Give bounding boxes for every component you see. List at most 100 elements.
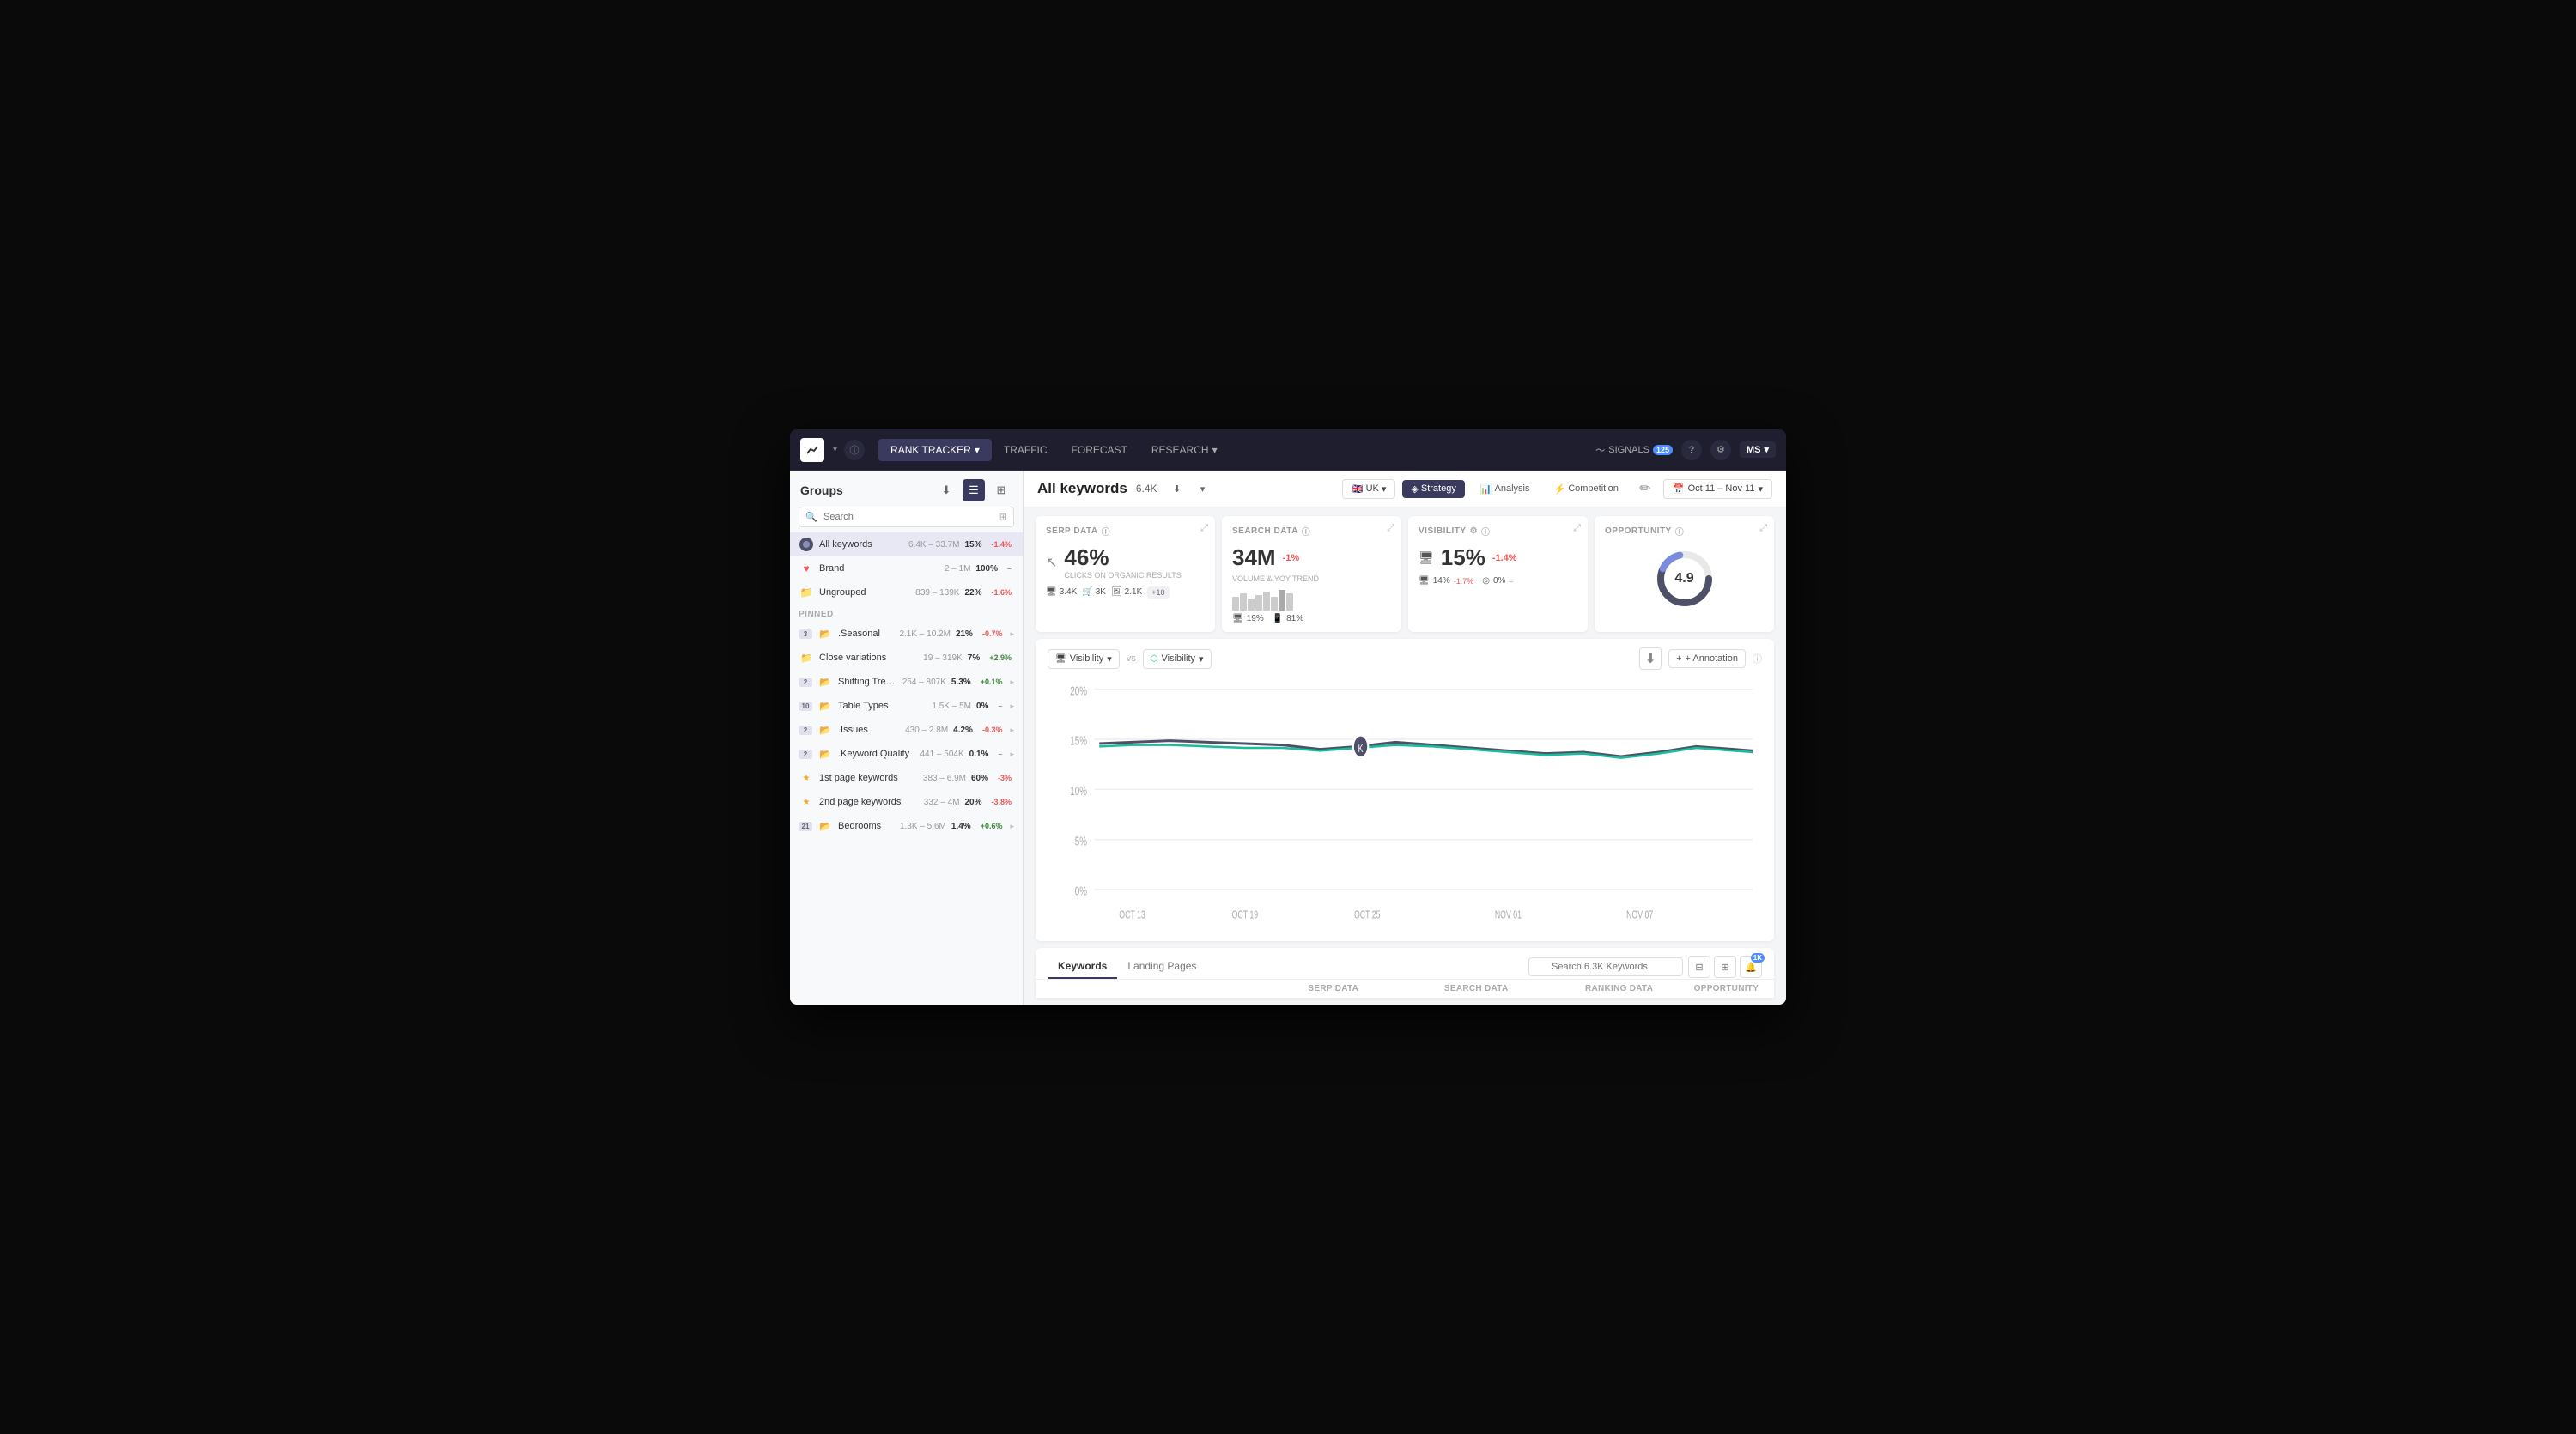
brand-pct: 100% <box>975 564 999 574</box>
keyword-quality-expand-arrow[interactable]: ▸ <box>1010 750 1014 759</box>
svg-text:OCT 25: OCT 25 <box>1354 909 1380 921</box>
close-variations-folder-icon: 📁 <box>799 650 814 665</box>
page-title: All keywords <box>1037 480 1127 497</box>
main-layout: Groups ⬇ ☰ ⊞ 🔍 ⊞ <box>790 471 1786 1005</box>
visibility-info-icon[interactable]: ⓘ <box>1481 525 1491 538</box>
sidebar-item-keyword-quality[interactable]: 2 📂 .Keyword Quality 441 – 504K 0.1% – ▸ <box>790 742 1023 766</box>
edit-button[interactable]: ✏ <box>1634 477 1656 500</box>
1st-page-change: -3% <box>995 773 1014 783</box>
visibility-monitor-icon: 🖥 <box>1419 550 1434 565</box>
visibility-title: VISIBILITY ⚙ ⓘ <box>1419 525 1577 538</box>
signals-button[interactable]: 〜 SIGNALS 125 <box>1595 443 1673 457</box>
serp-cursor-icon: ↖ <box>1046 554 1057 571</box>
nav-tab-traffic[interactable]: TRAFFIC <box>992 439 1060 461</box>
user-menu-button[interactable]: MS ▾ <box>1740 441 1776 458</box>
table-types-pct: 0% <box>976 702 990 711</box>
table-types-expand-arrow[interactable]: ▸ <box>1010 702 1014 711</box>
col-header-serp-data: SERP DATA <box>1262 984 1405 993</box>
search-data-info-icon[interactable]: ⓘ <box>1302 525 1311 538</box>
list-view-icon[interactable]: ☰ <box>963 479 985 501</box>
region-selector[interactable]: 🇬🇧 UK ▾ <box>1342 479 1396 499</box>
annotation-button[interactable]: + + Annotation <box>1668 649 1746 668</box>
help-button[interactable]: ? <box>1681 440 1702 460</box>
opportunity-expand-icon[interactable]: ⤢ <box>1759 523 1767 534</box>
mobile-pct-item: 📱 81% <box>1273 614 1303 623</box>
chart-right-controls: ⬇ + + Annotation ⓘ <box>1639 647 1762 670</box>
logo-dropdown-arrow[interactable]: ▾ <box>833 445 837 454</box>
download-data-icon[interactable]: ⬇ <box>1166 477 1188 500</box>
columns-button[interactable]: ⊞ <box>1714 956 1736 978</box>
tab-landing-pages[interactable]: Landing Pages <box>1117 955 1206 979</box>
tab-keywords[interactable]: Keywords <box>1048 955 1117 979</box>
serp-sub-label: CLICKS ON ORGANIC RESULTS <box>1064 571 1181 581</box>
serp-data-expand-icon[interactable]: ⤢ <box>1200 523 1208 534</box>
shifting-trends-expand-arrow[interactable]: ▸ <box>1010 678 1014 687</box>
filter-icon[interactable]: ⊞ <box>999 512 1007 523</box>
search-data-expand-icon[interactable]: ⤢ <box>1387 523 1394 534</box>
bedrooms-expand-arrow[interactable]: ▸ <box>1010 822 1014 831</box>
seasonal-folder-icon: 📂 <box>817 626 833 641</box>
filter-button[interactable]: ⊟ <box>1688 956 1710 978</box>
region-dropdown-arrow: ▾ <box>1382 483 1387 495</box>
sidebar-item-all-keywords[interactable]: All keywords 6.4K – 33.7M 15% -1.4% <box>790 532 1023 556</box>
mobile-pct: 81% <box>1286 614 1303 623</box>
nav-tab-forecast[interactable]: FORECAST <box>1060 439 1139 461</box>
sidebar-search-input[interactable] <box>799 507 1014 527</box>
keyword-count: 6.4K <box>1136 483 1157 495</box>
sidebar-item-ungrouped[interactable]: 📁 Ungrouped 839 – 139K 22% -1.6% <box>790 580 1023 605</box>
all-keywords-change: -1.4% <box>988 539 1014 550</box>
1st-page-label: 1st page keywords <box>819 773 918 783</box>
grid-view-icon[interactable]: ⊞ <box>990 479 1012 501</box>
sidebar-item-close-variations[interactable]: 📁 Close variations 19 – 319K 7% +2.9% <box>790 646 1023 670</box>
nav-tab-rank-tracker[interactable]: RANK TRACKER ▾ <box>878 439 992 461</box>
serp-image-value: 2.1K <box>1125 587 1143 597</box>
competition-tab-button[interactable]: ⚡ Competition <box>1546 480 1627 498</box>
sidebar-item-1st-page[interactable]: ★ 1st page keywords 383 – 6.9M 60% -3% <box>790 766 1023 790</box>
search-devices: 🖥 19% 📱 81% <box>1232 614 1391 623</box>
sidebar-item-2nd-page[interactable]: ★ 2nd page keywords 332 – 4M 20% -3.8% <box>790 790 1023 814</box>
issues-badge: 2 <box>799 726 812 735</box>
analysis-tab-button[interactable]: 📊 Analysis <box>1472 480 1539 498</box>
annotation-label: + Annotation <box>1686 653 1738 664</box>
content-area: All keywords 6.4K ⬇ ▾ 🇬🇧 UK ▾ ◈ Strategy <box>1024 471 1786 1005</box>
keyword-quality-badge: 2 <box>799 750 812 759</box>
opportunity-info-icon[interactable]: ⓘ <box>1675 525 1685 538</box>
svg-text:10%: 10% <box>1070 784 1087 799</box>
settings-button[interactable]: ⚙ <box>1710 440 1731 460</box>
nav-tab-research[interactable]: RESEARCH ▾ <box>1139 439 1230 461</box>
visibility-settings-icon[interactable]: ⚙ <box>1470 526 1478 536</box>
all-keywords-icon <box>799 537 814 552</box>
header-dropdown-icon[interactable]: ▾ <box>1192 477 1214 500</box>
seasonal-expand-arrow[interactable]: ▸ <box>1010 629 1014 639</box>
download-icon[interactable]: ⬇ <box>935 479 957 501</box>
sidebar-item-bedrooms[interactable]: 21 📂 Bedrooms 1.3K – 5.6M 1.4% +0.6% ▸ <box>790 814 1023 838</box>
chart-svg-container: 20% 15% 10% 5% 0% K <box>1036 675 1774 941</box>
chart-download-button[interactable]: ⬇ <box>1639 647 1662 670</box>
bedrooms-range: 1.3K – 5.6M <box>900 822 946 831</box>
chart-info-icon[interactable]: ⓘ <box>1753 652 1762 665</box>
sidebar-item-brand[interactable]: ♥ Brand 2 – 1M 100% – <box>790 556 1023 580</box>
keyword-quality-folder-icon: 📂 <box>817 746 833 762</box>
logo-icon[interactable] <box>800 438 824 462</box>
keywords-search-input[interactable] <box>1528 957 1683 976</box>
search-data-card: SEARCH DATA ⓘ ⤢ 34M -1% VOLUME & YOY TRE… <box>1222 516 1401 632</box>
sidebar-item-issues[interactable]: 2 📂 .Issues 430 – 2.8M 4.2% -0.3% ▸ <box>790 718 1023 742</box>
visibility-dropdown-2[interactable]: ⬡ Visibility ▾ <box>1143 649 1212 669</box>
serp-more-button[interactable]: +10 <box>1147 586 1169 599</box>
issues-expand-arrow[interactable]: ▸ <box>1010 726 1014 735</box>
strategy-tab-button[interactable]: ◈ Strategy <box>1402 480 1464 498</box>
serp-data-info-icon[interactable]: ⓘ <box>1102 525 1111 538</box>
sidebar-item-table-types[interactable]: 10 📂 Table Types 1.5K – 5M 0% – ▸ <box>790 694 1023 718</box>
serp-image-item: 🖼 2.1K <box>1111 587 1142 597</box>
sidebar-item-seasonal[interactable]: 3 📂 .Seasonal 2.1K – 10.2M 21% -0.7% ▸ <box>790 622 1023 646</box>
date-range-selector[interactable]: 📅 Oct 11 – Nov 11 ▾ <box>1663 479 1772 499</box>
sidebar-item-shifting-trends[interactable]: 2 📂 Shifting Trends 254 – 807K 5.3% +0.1… <box>790 670 1023 694</box>
info-button[interactable]: ⓘ <box>844 440 865 460</box>
nav-tab-research-label: RESEARCH <box>1151 444 1209 456</box>
all-keywords-label: All keywords <box>819 539 903 550</box>
visibility-card: VISIBILITY ⚙ ⓘ ⤢ 🖥 15% -1.4% 🖥 14% <box>1408 516 1588 632</box>
visibility-dropdown-1[interactable]: 🖥 Visibility ▾ <box>1048 649 1120 669</box>
alerts-button[interactable]: 🔔 1K <box>1740 956 1762 978</box>
sidebar: Groups ⬇ ☰ ⊞ 🔍 ⊞ <box>790 471 1024 1005</box>
visibility-expand-icon[interactable]: ⤢ <box>1573 523 1581 534</box>
